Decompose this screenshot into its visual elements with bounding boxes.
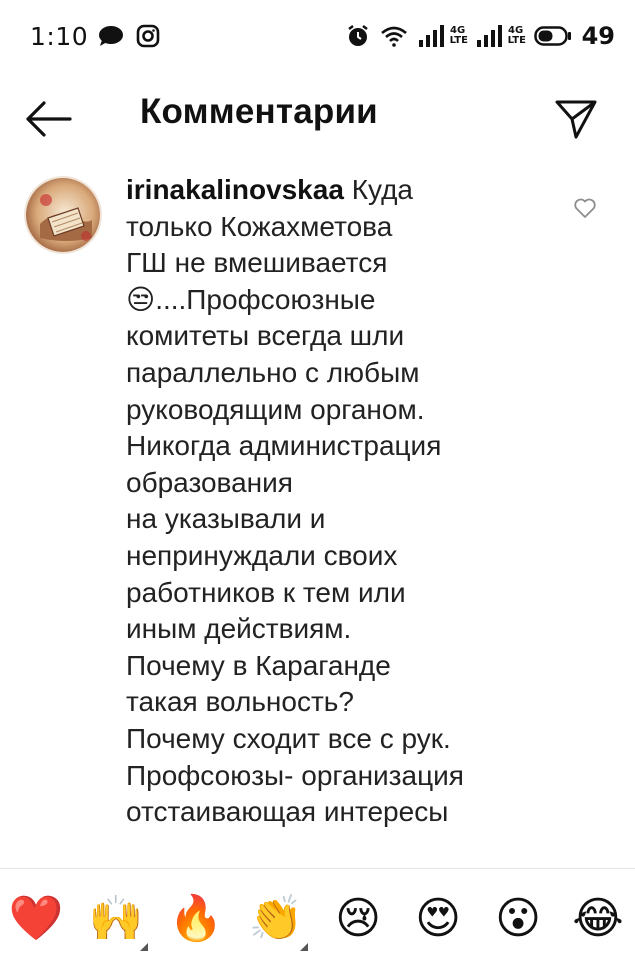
emoji-red-heart[interactable]: ❤️ [4, 887, 68, 951]
status-system-icons: 4G LTE 4G LTE 49 [346, 22, 615, 50]
comment-line: ГШ не вмешивается [126, 247, 388, 279]
send-paper-plane-icon [555, 100, 597, 139]
wifi-icon [380, 26, 407, 47]
share-button[interactable] [551, 94, 601, 144]
battery-percentage: 49 [581, 22, 615, 50]
signal-strength-icon [476, 25, 502, 47]
emoji-clapping-hands[interactable]: 👏 [244, 887, 308, 951]
emoji-crying-face[interactable]: 😢 [326, 887, 390, 951]
comment-line: на указывали и [126, 503, 326, 535]
emoji-raising-hands[interactable]: 🙌 [84, 887, 148, 951]
chat-bubble-icon [99, 26, 123, 46]
skin-tone-variant-indicator [300, 943, 308, 951]
battery-icon [533, 26, 571, 46]
like-comment-button[interactable] [573, 196, 597, 220]
comment-line: иным действиям. [126, 613, 352, 645]
comment-item: irinakalinovskaa Куда только Кожахметова… [0, 162, 635, 867]
comment-line: руководящим органом. [126, 393, 425, 425]
comment-line: такая вольность? [126, 686, 354, 718]
comment-line: только Кожахметова [126, 210, 393, 242]
comment-line: работников к тем или [126, 576, 406, 608]
heart-outline-icon [574, 198, 596, 218]
network-type-badge: 4G LTE [449, 25, 468, 46]
comment-line: непринуждали своих [126, 539, 398, 571]
emoji-glyph: 😮 [495, 893, 541, 944]
alarm-clock-icon [347, 25, 368, 46]
status-bar: 1:10 4G LTE 4G LTE 49 [0, 0, 635, 78]
network-type-badge: 4G LTE [507, 25, 526, 46]
emoji-glyph: 😢 [335, 893, 381, 944]
comment-line-text: Куда [351, 174, 413, 205]
comment-line: Профсоюзы- организация [126, 759, 464, 791]
comment-line: Почему сходит все с рук. [126, 722, 451, 754]
comments-header: Комментарии [0, 78, 635, 160]
comment-line: параллельно с любым [126, 356, 420, 388]
profile-photo [26, 178, 100, 252]
comment-line: Почему в Караганде [126, 649, 391, 681]
status-time: 1:10 [30, 22, 89, 51]
page-title: Комментарии [140, 92, 378, 131]
emoji-heart-eyes[interactable]: 😍 [406, 887, 470, 951]
emoji-astonished-face[interactable]: 😮 [486, 887, 550, 951]
back-button[interactable] [22, 94, 74, 144]
status-notification-icons [98, 24, 160, 48]
emoji-glyph: 🙌 [88, 893, 144, 944]
emoji-glyph: 😍 [415, 893, 461, 944]
comment-line: образования [126, 466, 293, 498]
emoji-fire[interactable]: 🔥 [164, 887, 228, 951]
back-arrow-icon [26, 101, 72, 137]
signal-strength-icon [418, 25, 444, 47]
avatar[interactable] [24, 176, 102, 254]
comment-line: 😒....Профсоюзные [126, 283, 376, 315]
comment-line: отстаивающая интересы [126, 796, 449, 828]
skin-tone-variant-indicator [140, 943, 148, 951]
emoji-glyph: 😂 [572, 893, 624, 944]
comment-line: Никогда администрация [126, 430, 442, 462]
emoji-glyph: 👏 [248, 893, 304, 944]
instagram-icon [136, 24, 160, 48]
emoji-glyph: 🔥 [168, 893, 224, 944]
emoji-tears-of-joy[interactable]: 😂 [566, 887, 630, 951]
comment-text: irinakalinovskaa Куда только Кожахметова… [126, 172, 556, 831]
comment-line: irinakalinovskaa Куда [126, 172, 556, 209]
emoji-glyph: ❤️ [8, 893, 64, 944]
emoji-reaction-bar: ❤️ 🙌 🔥 👏 😢 😍 😮 😂 [0, 868, 635, 973]
comment-line: комитеты всегда шли [126, 320, 405, 352]
comment-username[interactable]: irinakalinovskaa [126, 174, 344, 205]
